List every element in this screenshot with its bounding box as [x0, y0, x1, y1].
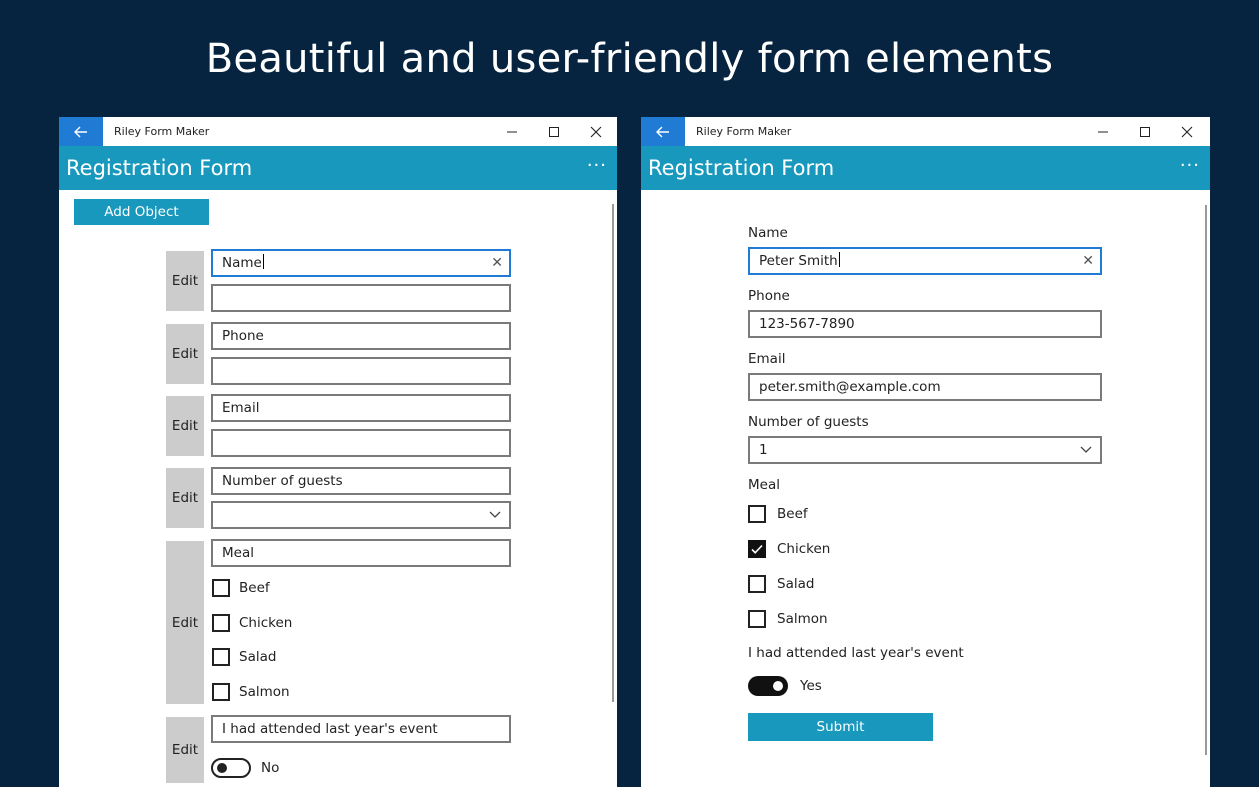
checkmark-icon [751, 544, 763, 554]
checkbox-beef[interactable] [212, 579, 230, 597]
field-label-text: Email [222, 400, 260, 416]
title-bar: Riley Form Maker [59, 117, 617, 146]
field-label-input[interactable]: Email [211, 394, 511, 422]
guests-dropdown-preview[interactable] [211, 501, 511, 529]
field-label-input[interactable]: I had attended last year's event [211, 715, 511, 743]
text-caret [838, 252, 840, 267]
field-label-text: Number of guests [222, 473, 343, 489]
edit-button[interactable]: Edit [166, 541, 204, 704]
checkbox-chicken[interactable] [748, 540, 766, 558]
maximize-icon [1140, 126, 1150, 137]
back-button[interactable] [59, 117, 103, 146]
scrollbar[interactable] [1205, 205, 1207, 755]
title-bar: Riley Form Maker [641, 117, 1210, 146]
add-object-button[interactable]: Add Object [74, 199, 209, 225]
field-label-text: I had attended last year's event [222, 721, 438, 737]
name-label: Name [748, 225, 788, 241]
attended-label: I had attended last year's event [748, 645, 964, 661]
checkbox-salad[interactable] [212, 648, 230, 666]
email-input[interactable]: peter.smith@example.com [748, 373, 1102, 401]
form-preview-window: Riley Form Maker Registration Form ··· N… [641, 117, 1210, 787]
checkbox-salad[interactable] [748, 575, 766, 593]
checkbox-label: Salad [777, 576, 815, 592]
minimize-icon [507, 131, 517, 132]
checkbox-chicken[interactable] [212, 614, 230, 632]
toggle-knob [217, 763, 227, 773]
close-button[interactable] [575, 117, 617, 146]
checkbox-label: Salmon [777, 611, 828, 627]
attended-toggle[interactable] [748, 676, 788, 696]
page-title: Registration Form [648, 156, 835, 180]
edit-button[interactable]: Edit [166, 396, 204, 456]
headline: Beautiful and user-friendly form element… [205, 36, 1054, 82]
field-label-text: Name [222, 255, 262, 271]
form-builder-window: Riley Form Maker Registration Form ··· A… [59, 117, 617, 787]
app-bar: Registration Form ··· [641, 146, 1210, 190]
email-value: peter.smith@example.com [759, 379, 941, 395]
more-options-button[interactable]: ··· [587, 155, 607, 176]
toggle-state-label: Yes [800, 678, 822, 694]
field-label-input[interactable]: Name ✕ [211, 249, 511, 277]
chevron-down-icon [1080, 446, 1092, 453]
chevron-down-icon [489, 511, 501, 518]
back-arrow-icon [74, 126, 87, 137]
close-icon [1181, 126, 1193, 137]
back-arrow-icon [656, 126, 669, 137]
minimize-button[interactable] [1082, 117, 1124, 146]
checkbox-label: Chicken [777, 541, 831, 557]
app-title: Riley Form Maker [696, 125, 792, 138]
back-button[interactable] [641, 117, 685, 146]
checkbox-label: Chicken [239, 615, 293, 631]
checkbox-label: Beef [239, 580, 270, 596]
phone-label: Phone [748, 288, 790, 304]
maximize-icon [549, 126, 559, 137]
phone-input[interactable]: 123-567-7890 [748, 310, 1102, 338]
phone-value: 123-567-7890 [759, 316, 855, 332]
checkbox-salmon[interactable] [212, 683, 230, 701]
field-label-input[interactable]: Number of guests [211, 467, 511, 495]
minimize-button[interactable] [491, 117, 533, 146]
close-button[interactable] [1166, 117, 1208, 146]
email-label: Email [748, 351, 786, 367]
edit-button[interactable]: Edit [166, 324, 204, 384]
field-label-text: Phone [222, 328, 264, 344]
clear-icon[interactable]: ✕ [1082, 249, 1094, 273]
field-label-input[interactable]: Meal [211, 539, 511, 567]
checkbox-label: Beef [777, 506, 808, 522]
meal-label: Meal [748, 477, 780, 493]
maximize-button[interactable] [1124, 117, 1166, 146]
checkbox-beef[interactable] [748, 505, 766, 523]
app-bar: Registration Form ··· [59, 146, 617, 190]
toggle-state-label: No [261, 760, 280, 776]
name-value: Peter Smith [759, 253, 838, 269]
checkbox-label: Salad [239, 649, 277, 665]
scrollbar[interactable] [612, 204, 614, 702]
edit-button[interactable]: Edit [166, 717, 204, 783]
submit-button[interactable]: Submit [748, 713, 933, 741]
guests-dropdown[interactable]: 1 [748, 436, 1102, 464]
field-preview-input[interactable] [211, 284, 511, 312]
name-input[interactable]: Peter Smith ✕ [748, 247, 1102, 275]
guests-label: Number of guests [748, 414, 869, 430]
clear-icon[interactable]: ✕ [491, 251, 503, 275]
close-icon [590, 126, 602, 137]
checkbox-label: Salmon [239, 684, 290, 700]
guests-value: 1 [759, 442, 768, 458]
app-title: Riley Form Maker [114, 125, 210, 138]
field-preview-input[interactable] [211, 429, 511, 457]
edit-button[interactable]: Edit [166, 468, 204, 528]
maximize-button[interactable] [533, 117, 575, 146]
page-title: Registration Form [66, 156, 253, 180]
toggle-knob [773, 681, 783, 691]
checkbox-salmon[interactable] [748, 610, 766, 628]
text-caret [262, 254, 264, 269]
field-preview-input[interactable] [211, 357, 511, 385]
more-options-button[interactable]: ··· [1180, 155, 1200, 176]
edit-button[interactable]: Edit [166, 251, 204, 311]
field-label-input[interactable]: Phone [211, 322, 511, 350]
minimize-icon [1098, 131, 1108, 132]
attended-toggle[interactable] [211, 758, 251, 778]
field-label-text: Meal [222, 545, 254, 561]
